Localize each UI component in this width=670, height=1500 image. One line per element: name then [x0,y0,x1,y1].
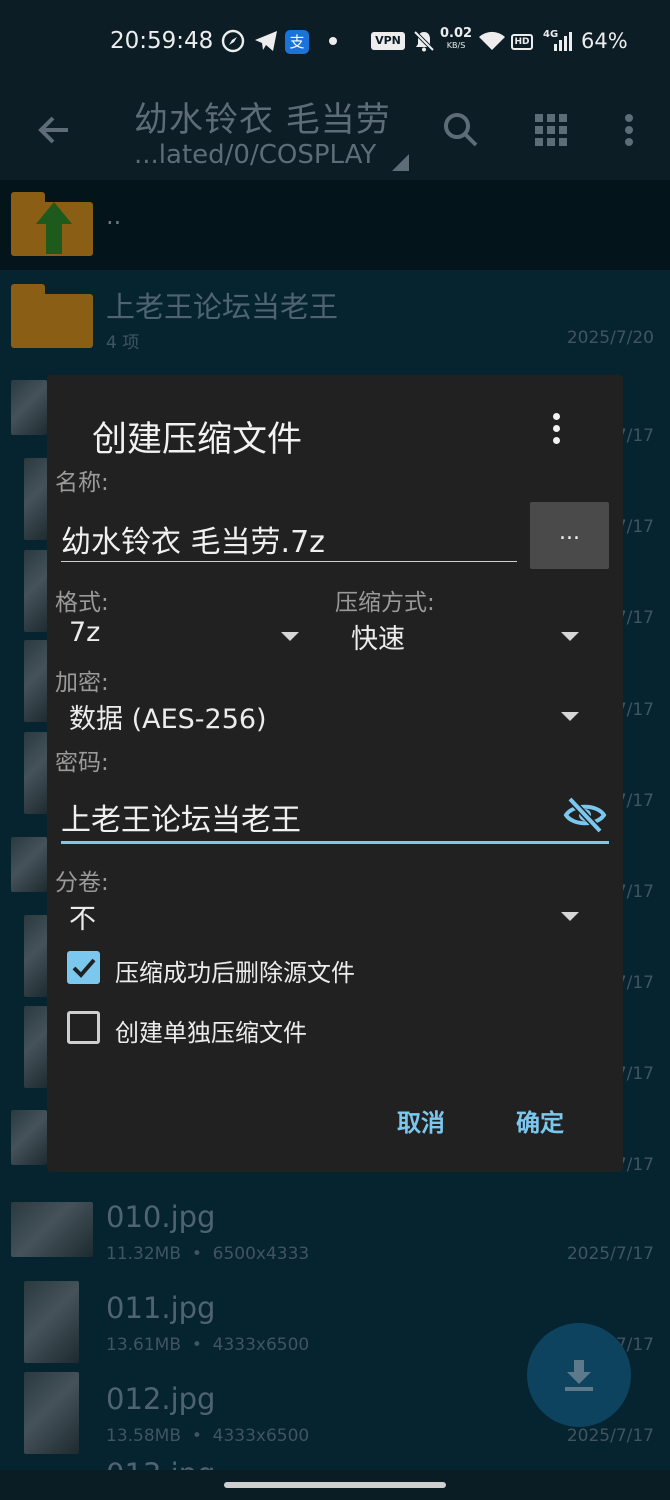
thumbnail [24,640,48,722]
password-input[interactable]: 上老王论坛当老王 [61,795,561,845]
visibility-off-icon[interactable] [563,795,607,835]
split-volume-select[interactable]: 不 [55,893,585,937]
split-label: 分卷: [55,870,109,896]
thumbnail [24,1281,79,1363]
method-value: 快速 [351,624,405,655]
overflow-menu-icon[interactable] [607,108,651,152]
encryption-select[interactable]: 数据 (AES-256) [55,693,585,737]
folder-path[interactable]: ...lated/0/COSPLAY [134,140,376,170]
file-name: 上老王论坛当老王 [106,290,339,324]
method-label: 压缩方式: [335,590,435,616]
extract-fab-button[interactable] [527,1323,631,1427]
app-bar: 幼水铃衣 毛当劳 ...lated/0/COSPLAY [0,84,670,180]
network-speed: 0.02 KB/S [440,26,473,50]
browse-button[interactable]: ... [530,502,609,569]
navigation-bar [0,1470,670,1500]
back-arrow-icon[interactable] [34,110,74,150]
file-name: 011.jpg [106,1291,216,1325]
signal-icon [553,27,575,55]
checkbox-unchecked-icon [67,1011,100,1044]
delete-source-checkbox[interactable]: 压缩成功后删除源文件 [67,949,487,989]
dialog-title: 创建压缩文件 [92,420,303,460]
delete-source-label: 压缩成功后删除源文件 [115,959,355,987]
parent-folder-label: .. [106,202,122,230]
folder-up-icon [11,192,93,258]
file-date: 2025/7/20 [566,328,654,348]
list-item[interactable]: 010.jpg 11.32MB • 6500x4333 2025/7/17 [0,1188,670,1279]
thumbnail [24,1006,48,1088]
home-gesture-handle[interactable] [224,1482,446,1488]
name-label: 名称: [55,470,109,496]
thumbnail [24,732,48,814]
thumbnail [24,915,48,997]
hd-voice-badge: HD [511,34,533,50]
chevron-down-icon [281,632,299,641]
telegram-icon [253,27,279,55]
wifi-icon [477,27,507,55]
file-name: 010.jpg [106,1200,216,1234]
checkbox-checked-icon [67,951,100,984]
dialog-more-icon[interactable] [541,413,571,449]
notification-dot-icon [326,27,340,55]
parent-folder-row[interactable]: .. [0,180,670,270]
battery-percent: 64% [581,29,628,53]
separate-archive-label: 创建单独压缩文件 [115,1019,307,1047]
thumbnail [11,837,47,892]
cancel-button[interactable]: 取消 [397,1103,445,1138]
file-meta: 13.58MB • 4333x6500 [106,1426,310,1446]
name-underline [61,561,517,562]
format-select[interactable]: 7z [55,613,305,657]
encryption-label: 加密: [55,670,109,696]
password-underline [61,841,609,844]
status-time: 20:59:48 [110,28,214,54]
chevron-down-icon [561,912,579,921]
list-item[interactable]: 上老王论坛当老王 4 项 2025/7/20 [0,272,670,363]
folder-title: 幼水铃衣 毛当劳 [134,100,391,140]
thumbnail [11,380,47,435]
search-icon[interactable] [439,108,483,152]
path-dropdown-icon[interactable] [392,154,409,171]
separate-archive-checkbox[interactable]: 创建单独压缩文件 [67,1009,487,1049]
compass-icon [220,27,246,55]
vpn-badge: VPN [371,32,405,50]
folder-icon [11,284,93,350]
file-name: 012.jpg [106,1382,216,1416]
thumbnail [11,1202,93,1257]
split-value: 不 [69,904,96,935]
encryption-value: 数据 (AES-256) [69,704,267,735]
password-label: 密码: [55,750,109,776]
compression-method-select[interactable]: 快速 [335,613,585,657]
file-date: 2025/7/17 [566,1244,654,1264]
thumbnail [24,458,48,540]
format-value: 7z [69,617,101,648]
file-meta: 13.61MB • 4333x6500 [106,1335,310,1355]
file-meta: 11.32MB • 6500x4333 [106,1244,310,1264]
thumbnail [24,550,48,632]
mute-bell-icon [412,27,436,55]
ok-button[interactable]: 确定 [516,1103,564,1138]
status-bar: 20:59:48 支 VPN 0.02 KB/S HD 4G 64% [0,0,670,84]
create-archive-dialog: 创建压缩文件 名称: 幼水铃衣 毛当劳.7z ... 格式: 7z 压缩方式: … [47,375,623,1172]
alipay-icon: 支 [285,30,309,54]
thumbnail [11,1110,47,1165]
grid-view-icon[interactable] [529,108,573,152]
download-icon [565,1360,593,1391]
chevron-down-icon [561,712,579,721]
file-date: 2025/7/17 [566,1426,654,1446]
format-label: 格式: [55,590,109,616]
archive-name-input[interactable]: 幼水铃衣 毛当劳.7z [61,517,517,565]
chevron-down-icon [561,632,579,641]
file-meta: 4 项 [106,333,140,353]
thumbnail [24,1372,79,1454]
